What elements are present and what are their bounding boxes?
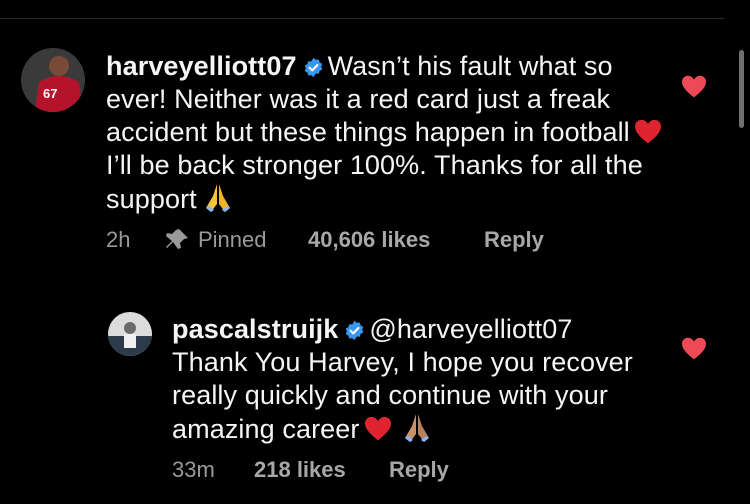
- timestamp: 33m: [172, 457, 215, 482]
- pinned-label: Pinned: [198, 227, 267, 252]
- timestamp: 2h: [106, 227, 131, 252]
- likes-count[interactable]: 40,606 likes: [308, 227, 430, 253]
- username[interactable]: pascalstruijk: [172, 314, 338, 344]
- scrollbar[interactable]: [739, 50, 744, 128]
- comment-meta: 33m 218 likes Reply: [172, 457, 472, 485]
- verified-badge-icon: [304, 57, 322, 78]
- username[interactable]: harveyelliott07: [106, 51, 297, 81]
- comment-text: harveyelliott07 Wasn’t his fault what so …: [106, 50, 666, 216]
- avatar-number: 67: [43, 86, 57, 101]
- comment-meta: 2h Pinned 40,606 likes Reply: [106, 227, 566, 255]
- mention-link[interactable]: @harveyelliott07: [369, 314, 572, 344]
- reply-button[interactable]: Reply: [484, 227, 544, 253]
- pinned-indicator: Pinned: [164, 227, 267, 253]
- verified-badge-icon: [346, 320, 364, 341]
- like-heart-icon[interactable]: [681, 75, 707, 99]
- divider-line: [0, 18, 724, 19]
- comment-text: pascalstruijk @harveyelliott07 Thank You …: [172, 313, 652, 446]
- folded-hands-emoji: [205, 184, 230, 212]
- like-heart-icon[interactable]: [681, 337, 707, 361]
- reply-button[interactable]: Reply: [389, 457, 449, 483]
- folded-hands-emoji: [404, 414, 429, 442]
- avatar[interactable]: 67: [21, 48, 85, 112]
- likes-count[interactable]: 218 likes: [254, 457, 346, 483]
- red-heart-emoji: [364, 416, 391, 441]
- avatar[interactable]: [108, 312, 152, 356]
- pin-icon: [166, 229, 188, 249]
- comment-body-part2: I’ll be back stronger 100%. Thanks for a…: [106, 150, 643, 214]
- red-heart-emoji: [634, 119, 661, 144]
